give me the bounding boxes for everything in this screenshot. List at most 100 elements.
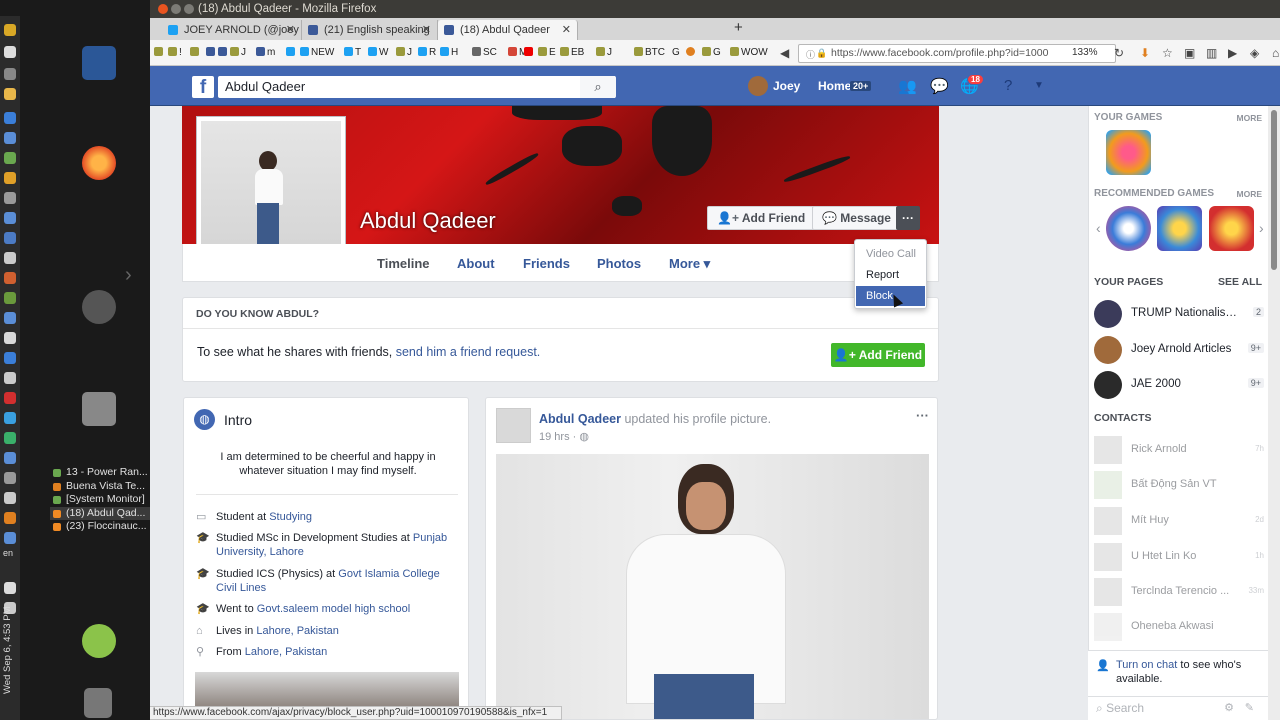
- close-tab-icon[interactable]: ✕: [286, 20, 295, 40]
- new-tab-button[interactable]: +: [734, 19, 743, 36]
- bookmark[interactable]: WOW: [730, 46, 768, 60]
- tray-icon[interactable]: [4, 152, 16, 164]
- menu-item-video-call[interactable]: Video Call: [856, 244, 925, 264]
- youtube-icon[interactable]: ▶: [1228, 46, 1237, 60]
- bookmark[interactable]: !: [168, 46, 182, 60]
- friend-requests-icon[interactable]: 👥: [898, 77, 917, 95]
- bitcoin-icon[interactable]: [4, 88, 16, 100]
- taskbar-item[interactable]: (18) Abdul Qad...: [50, 506, 150, 520]
- see-all-link[interactable]: SEE ALL: [1218, 276, 1262, 288]
- post-author-link[interactable]: Abdul Qadeer: [539, 412, 621, 426]
- tray-icon[interactable]: [4, 412, 16, 424]
- intro-link[interactable]: Govt.saleem model high school: [257, 603, 410, 615]
- filezilla-icon[interactable]: [4, 392, 16, 404]
- tray-icon[interactable]: [4, 232, 16, 244]
- chevron-left-icon[interactable]: ‹: [1096, 220, 1101, 236]
- tray-icon[interactable]: [4, 252, 16, 264]
- user-switch-icon[interactable]: [82, 624, 116, 658]
- bookmark[interactable]: R: [418, 46, 436, 60]
- slots-game-icon[interactable]: [1209, 206, 1254, 251]
- chat-search-input[interactable]: ⌕ Search ⚙ ✎: [1088, 696, 1268, 718]
- tray-icon[interactable]: [4, 312, 16, 324]
- bookmark[interactable]: SC: [472, 46, 497, 60]
- scrollbar-thumb[interactable]: [1271, 110, 1277, 270]
- tray-icon[interactable]: [4, 172, 16, 184]
- writer-icon[interactable]: [82, 46, 116, 80]
- game-icon[interactable]: [1106, 206, 1151, 251]
- message-button[interactable]: 💬 Message: [812, 206, 901, 230]
- facebook-search-input[interactable]: Abdul Qadeer: [218, 76, 615, 98]
- gear-icon[interactable]: ⚙: [1224, 701, 1234, 714]
- bookmark[interactable]: NEW: [300, 46, 334, 60]
- account-menu-icon[interactable]: ▼: [1034, 80, 1044, 91]
- tab-about[interactable]: About: [457, 256, 495, 271]
- candy-crush-icon[interactable]: [1106, 130, 1151, 175]
- shield-icon[interactable]: ◈: [1250, 46, 1259, 60]
- home-icon[interactable]: ⌂: [1272, 46, 1279, 60]
- tray-icon[interactable]: [4, 192, 16, 204]
- tray-icon[interactable]: [4, 372, 16, 384]
- compose-icon[interactable]: ✎: [1245, 701, 1254, 714]
- post-timestamp[interactable]: 19 hrs · ◍: [539, 430, 589, 443]
- tray-icon[interactable]: [4, 272, 16, 284]
- tray-icon[interactable]: [4, 492, 16, 504]
- add-friend-button[interactable]: 👤+ Add Friend: [707, 206, 816, 230]
- post-options-icon[interactable]: ···: [916, 408, 929, 423]
- bookmark[interactable]: G: [672, 46, 680, 60]
- profile-name[interactable]: Abdul Qadeer: [360, 208, 496, 234]
- bookmark[interactable]: [524, 46, 535, 60]
- tray-icon[interactable]: [4, 112, 16, 124]
- messenger-icon[interactable]: 💬: [930, 77, 949, 95]
- page-item[interactable]: JAE 2000 9+: [1094, 370, 1266, 400]
- taskbar-item[interactable]: Buena Vista Te...: [50, 480, 150, 494]
- bookmark[interactable]: EB: [560, 46, 584, 60]
- avatar[interactable]: [748, 76, 768, 96]
- taskbar-item[interactable]: [System Monitor]: [50, 493, 150, 507]
- intro-link[interactable]: Lahore, Pakistan: [245, 646, 328, 658]
- recommended-more-link[interactable]: MORE: [1237, 189, 1263, 199]
- contact-item[interactable]: Rick Arnold 7h: [1094, 435, 1266, 465]
- tray-icon[interactable]: [4, 332, 16, 344]
- contact-item[interactable]: Oheneba Akwasi: [1094, 612, 1266, 642]
- firefox-icon[interactable]: [82, 146, 116, 180]
- bookmark[interactable]: J: [596, 46, 612, 60]
- tab-twitter[interactable]: JOEY ARNOLD (@joey ✕: [162, 20, 302, 40]
- tab-timeline[interactable]: Timeline: [377, 256, 430, 271]
- tray-icon[interactable]: [4, 352, 16, 364]
- tray-icon[interactable]: [4, 68, 16, 80]
- bookmark[interactable]: [218, 46, 229, 60]
- tray-icon[interactable]: [4, 132, 16, 144]
- bingo-game-icon[interactable]: [1157, 206, 1202, 251]
- more-options-button[interactable]: ···: [896, 206, 920, 230]
- tray-icon[interactable]: [4, 292, 16, 304]
- keyboard-language[interactable]: en: [3, 548, 13, 558]
- close-tab-icon[interactable]: ✕: [422, 20, 431, 40]
- bookmark[interactable]: [190, 46, 201, 60]
- tray-icon[interactable]: [4, 472, 16, 484]
- bookmark[interactable]: W: [368, 46, 388, 60]
- pocket-icon[interactable]: ▣: [1184, 46, 1195, 60]
- post-photo[interactable]: [496, 454, 929, 719]
- tray-icon[interactable]: [4, 432, 16, 444]
- maximize-window-icon[interactable]: [184, 4, 194, 14]
- games-more-link[interactable]: MORE: [1237, 113, 1263, 123]
- close-tab-icon[interactable]: ✕: [562, 20, 571, 40]
- taskbar-item[interactable]: 13 - Power Ran...: [50, 466, 150, 480]
- trash-icon[interactable]: [84, 688, 112, 718]
- page-item[interactable]: Joey Arnold Articles 9+: [1094, 335, 1266, 365]
- library-icon[interactable]: ▥: [1206, 46, 1217, 60]
- turn-on-chat-link[interactable]: Turn on chat: [1116, 659, 1177, 671]
- download-icon[interactable]: ⬇: [1140, 46, 1150, 60]
- menu-item-report[interactable]: Report: [856, 265, 925, 285]
- bookmark[interactable]: [206, 46, 217, 60]
- taskbar-item[interactable]: (23) Floccinauc...: [50, 520, 150, 534]
- system-clock[interactable]: Wed Sep 6, 4:53 PM: [2, 600, 18, 700]
- wifi-icon[interactable]: [4, 532, 16, 544]
- bitcoin-icon[interactable]: [4, 24, 16, 36]
- header-user-name[interactable]: Joey: [773, 79, 800, 93]
- vlc-icon[interactable]: [4, 512, 16, 524]
- back-icon[interactable]: ◀: [780, 46, 789, 60]
- bookmark[interactable]: [154, 46, 165, 60]
- friend-request-link[interactable]: send him a friend request.: [396, 345, 541, 359]
- bookmark[interactable]: J: [396, 46, 412, 60]
